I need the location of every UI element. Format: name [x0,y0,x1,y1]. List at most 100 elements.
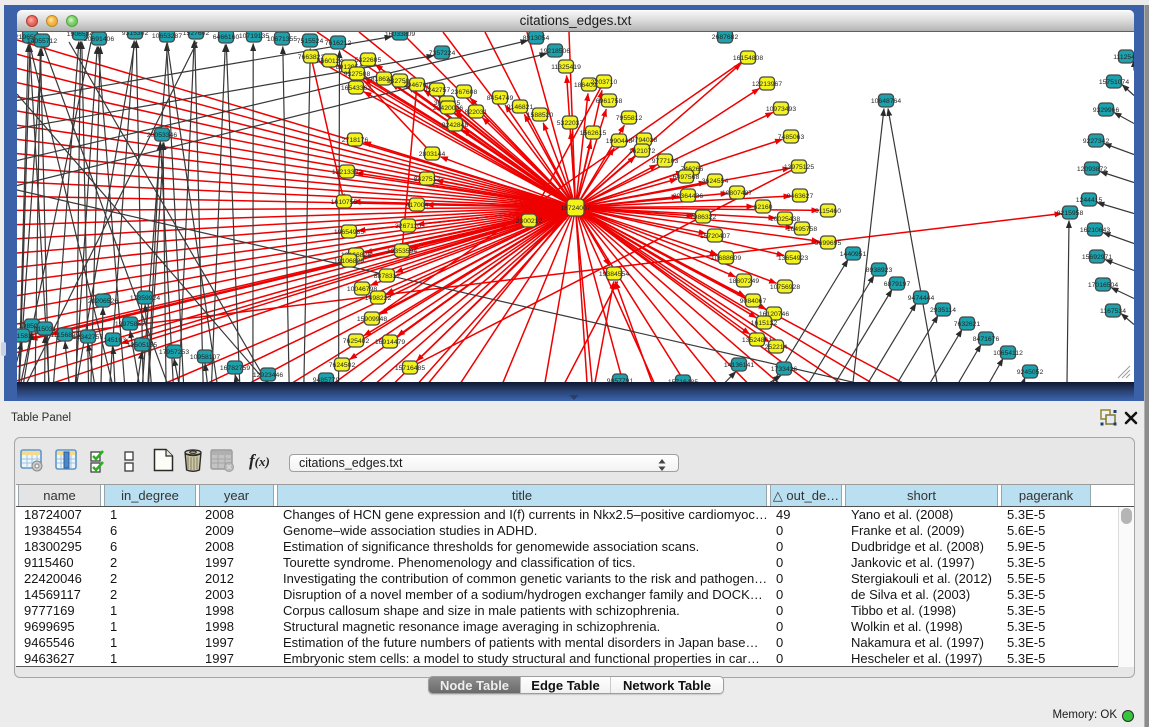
svg-text:16495758: 16495758 [787,226,817,233]
svg-text:9227342: 9227342 [1083,138,1110,145]
svg-text:7616212: 7616212 [325,40,352,47]
svg-text:9857791: 9857791 [607,378,634,382]
svg-text:17016504: 17016504 [1088,282,1118,289]
svg-text:15692971: 15692971 [1082,254,1112,261]
svg-text:14136141: 14136141 [724,362,754,369]
svg-text:12342757: 12342757 [73,334,103,341]
svg-text:9315302: 9315302 [122,32,149,37]
svg-text:17359924: 17359924 [130,295,160,302]
svg-text:8938923: 8938923 [866,267,893,274]
svg-text:10653287: 10653287 [152,33,182,40]
svg-text:3624554: 3624554 [702,178,729,185]
svg-text:14055712: 14055712 [27,38,57,45]
svg-text:1527602: 1527602 [183,32,210,37]
svg-text:15751074: 15751074 [1099,79,1129,86]
svg-text:9474444: 9474444 [908,295,935,302]
svg-text:9245052: 9245052 [1017,369,1044,376]
svg-text:13975125: 13975125 [784,164,814,171]
svg-text:9084067: 9084067 [740,298,767,305]
svg-text:10654112: 10654112 [993,350,1023,357]
svg-text:62160: 62160 [754,204,773,211]
svg-text:16154808: 16154808 [733,55,763,62]
svg-text:822031: 822031 [465,109,488,116]
svg-text:12213382: 12213382 [332,169,362,176]
svg-text:1621072: 1621072 [629,148,656,155]
svg-text:8878312: 8878312 [374,273,401,280]
svg-text:10648764: 10648764 [871,98,901,105]
svg-text:9146821: 9146821 [507,104,534,111]
svg-text:1112543: 1112543 [1113,54,1134,61]
svg-text:12923446: 12923446 [253,372,283,379]
svg-text:1615132: 1615132 [751,320,778,327]
svg-text:7955812: 7955812 [616,115,643,122]
svg-text:19654985: 19654985 [334,229,364,236]
svg-text:2935114: 2935114 [930,307,956,314]
svg-text:15909948: 15909948 [357,316,387,323]
svg-text:12213967: 12213967 [752,81,782,88]
svg-text:13654923: 13654923 [778,255,808,262]
svg-text:3267110: 3267110 [395,223,421,230]
svg-text:9242848: 9242848 [442,122,469,129]
svg-text:1145193: 1145193 [100,337,126,344]
svg-text:7624502: 7624502 [329,362,356,369]
svg-text:6961758: 6961758 [596,98,623,105]
svg-text:9699695: 9699695 [815,240,842,247]
svg-text:252214: 252214 [765,344,788,351]
svg-text:16782759: 16782759 [220,365,250,372]
svg-text:19384554: 19384554 [599,271,629,278]
svg-text:1562615: 1562615 [580,130,607,137]
svg-text:2718176: 2718176 [342,137,369,144]
svg-text:1588520: 1588520 [527,112,554,119]
svg-text:6497568: 6497568 [673,174,700,181]
svg-text:8215958: 8215958 [1057,210,1084,217]
svg-text:9329966: 9329966 [1093,107,1120,114]
svg-text:2367608: 2367608 [451,89,478,96]
svg-text:7515524: 7515524 [297,38,324,45]
svg-text:7357224: 7357224 [429,50,456,57]
svg-text:10973493: 10973493 [766,106,796,113]
svg-text:1440951: 1440951 [840,251,867,258]
svg-text:10025438: 10025438 [770,216,800,223]
svg-text:10671355: 10671355 [267,36,297,43]
svg-text:1167534: 1167534 [1100,308,1126,315]
svg-text:12505135: 12505135 [127,342,157,349]
svg-text:2803144: 2803144 [419,151,446,158]
svg-text:19218506: 19218506 [540,48,570,55]
svg-text:1498222: 1498222 [365,295,392,302]
svg-text:18724007: 18724007 [560,205,590,212]
svg-text:9327508: 9327508 [344,71,371,78]
svg-text:6879197: 6879197 [884,281,911,288]
svg-text:10756928: 10756928 [770,284,800,291]
svg-text:19975867: 19975867 [115,321,145,328]
svg-text:8427512: 8427512 [414,176,441,183]
svg-text:13524861: 13524861 [742,337,772,344]
svg-text:8454749: 8454749 [487,95,514,102]
svg-text:9115460: 9115460 [815,208,841,215]
svg-text:7986322: 7986322 [690,214,717,221]
svg-text:2687682: 2687682 [712,34,739,41]
svg-text:7625402: 7625402 [343,338,370,345]
svg-text:9463627: 9463627 [787,193,814,200]
svg-text:7632621: 7632621 [954,321,981,328]
svg-text:20691406: 20691406 [84,36,114,43]
svg-text:15720407: 15720407 [700,233,730,240]
svg-text:18807249: 18807249 [729,278,759,285]
svg-text:16033809: 16033809 [385,32,415,38]
svg-text:10719135: 10719135 [239,33,269,40]
svg-text:1990448: 1990448 [606,138,633,145]
svg-text:15716485: 15716485 [668,379,698,382]
svg-text:8471676: 8471676 [973,336,1000,343]
svg-text:9777103: 9777103 [652,158,679,165]
svg-text:10958107: 10958107 [190,354,220,361]
svg-text:11325419: 11325419 [551,64,581,71]
svg-text:6466160: 6466160 [213,34,240,41]
svg-text:9242757: 9242757 [424,87,451,94]
svg-text:10807487: 10807487 [722,190,752,197]
svg-text:7485063: 7485063 [778,134,805,141]
svg-text:23420046: 23420046 [433,105,463,112]
svg-text:2203710: 2203710 [591,79,618,86]
svg-text:9485779: 9485779 [313,377,340,382]
svg-text:17957253: 17957253 [159,349,189,356]
svg-text:5322037: 5322037 [557,120,584,127]
svg-text:1610755: 1610755 [331,199,358,206]
